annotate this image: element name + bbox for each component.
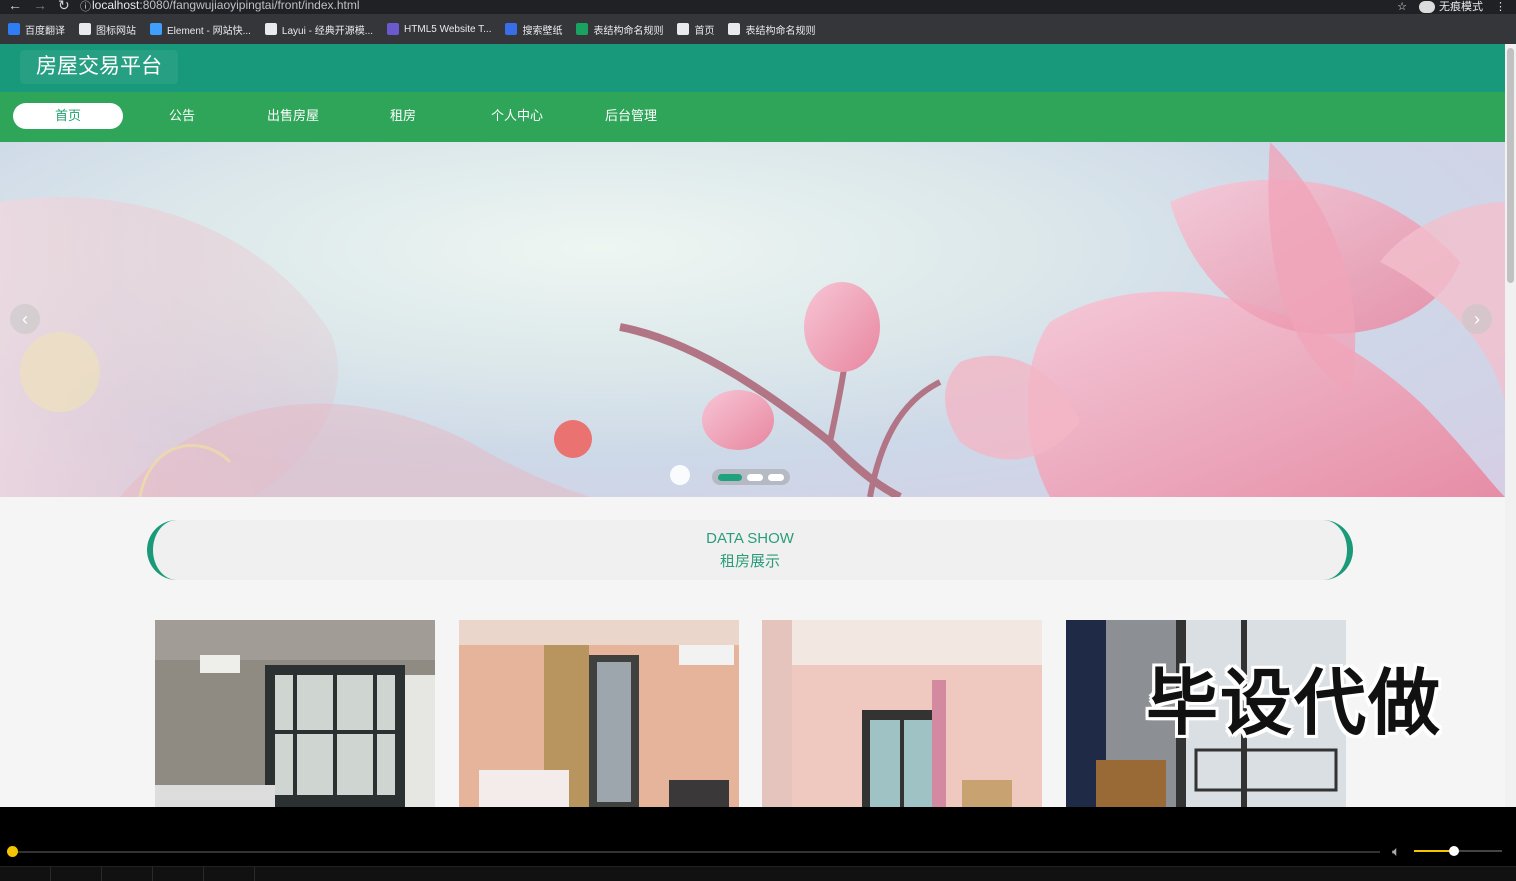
nav-houses-for-sale[interactable]: 出售房屋 <box>238 103 348 129</box>
volume-slider[interactable] <box>1414 846 1502 856</box>
nav-admin[interactable]: 后台管理 <box>576 103 686 129</box>
info-icon[interactable]: ⓘ <box>80 0 91 14</box>
carousel-next-arrow-icon[interactable]: › <box>1462 304 1492 334</box>
carousel-dot[interactable] <box>747 473 763 481</box>
site-header: 房屋交易平台 <box>0 44 1505 92</box>
bookmark-label: 搜索壁纸 <box>522 25 563 37</box>
bookmark-item[interactable]: 百度翻译 <box>8 22 65 37</box>
bedroom-photo-1 <box>155 620 435 807</box>
bookmark-label: 首页 <box>694 25 715 37</box>
volume-fill <box>1414 850 1454 852</box>
banner-carousel[interactable]: ‹ › <box>0 142 1505 497</box>
bookmark-label: 表结构命名规则 <box>745 25 816 37</box>
lily-illustration <box>0 142 1505 497</box>
bookmark-label: 表结构命名规则 <box>593 25 664 37</box>
carousel-dot[interactable] <box>768 473 784 481</box>
page-scrollbar[interactable] <box>1505 44 1516 807</box>
globe-icon <box>728 23 741 35</box>
menu-kebab-icon[interactable]: ⋮ <box>1495 0 1506 13</box>
bedroom-photo-3 <box>762 620 1042 807</box>
bookmark-item[interactable]: 表结构命名规则 <box>576 22 663 37</box>
section-header-rentals: DATA SHOW 租房展示 <box>147 520 1353 580</box>
carousel-indicators <box>712 469 790 485</box>
bedroom-photo-2 <box>459 620 739 807</box>
mouse-cursor-highlight <box>554 420 592 458</box>
bookmark-item[interactable]: HTML5 Website T... <box>387 23 491 35</box>
bookmark-item[interactable]: 图标网站 <box>79 22 136 37</box>
browser-address-bar: ← → ↻ ⓘ localhost:8080/fangwujiaoyipingt… <box>0 0 1516 14</box>
baidu-translate-icon <box>8 23 20 35</box>
reload-icon[interactable]: ↻ <box>58 0 70 14</box>
scrollbar-thumb[interactable] <box>1507 48 1514 283</box>
doc-icon <box>576 23 589 35</box>
forward-arrow-icon[interactable]: → <box>33 0 47 13</box>
profile-label: 无痕模式 <box>1439 1 1483 13</box>
bookmark-label: 图标网站 <box>96 25 136 37</box>
incognito-icon <box>1419 1 1435 14</box>
bookmark-item[interactable]: 表结构命名规则 <box>728 22 815 37</box>
bookmark-item[interactable]: 搜索壁纸 <box>505 22 562 37</box>
nav-announcements[interactable]: 公告 <box>127 103 237 129</box>
wallpaper-icon <box>505 23 518 35</box>
site-logo[interactable]: 房屋交易平台 <box>20 50 178 84</box>
bookmarks-bar: 百度翻译 图标网站 Element - 网站快... Layui - 经典开源模...… <box>0 14 1516 44</box>
star-icon[interactable]: ☆ <box>1397 0 1407 13</box>
carousel-prev-arrow-icon[interactable]: ‹ <box>10 304 40 334</box>
nav-rentals[interactable]: 租房 <box>348 103 458 129</box>
url-field[interactable]: localhost:8080/fangwujiaoyipingtai/front… <box>92 0 360 12</box>
listing-card[interactable] <box>155 620 435 807</box>
nav-home[interactable]: 首页 <box>13 103 123 129</box>
layui-icon <box>264 23 277 35</box>
bookmark-item[interactable]: Layui - 经典开源模... <box>264 22 374 37</box>
url-path: :8080/fangwujiaoyipingtai/front/index.ht… <box>139 0 360 12</box>
carousel-dot[interactable] <box>718 473 742 481</box>
element-icon <box>150 23 162 35</box>
url-host: localhost <box>92 0 140 12</box>
player-bottom-strip <box>0 866 1516 881</box>
bookmark-label: 百度翻译 <box>25 25 65 37</box>
back-arrow-icon[interactable]: ← <box>8 0 22 13</box>
volume-knob[interactable] <box>1448 846 1459 856</box>
bookmark-label: Element - 网站快... <box>167 25 251 37</box>
section-title-cn: 租房展示 <box>719 553 780 570</box>
web-page: 房屋交易平台 首页 公告 出售房屋 租房 个人中心 后台管理 ‹ › DATA … <box>0 44 1505 807</box>
volume-icon[interactable]: 🔈︎ <box>1392 843 1400 860</box>
section-title-en: DATA SHOW <box>706 530 794 547</box>
watermark-text: 毕设代做 <box>1146 664 1443 744</box>
flag-icon <box>79 23 91 35</box>
profile-chip[interactable]: 无痕模式 <box>1419 0 1483 14</box>
bookmark-label: HTML5 Website T... <box>404 23 492 35</box>
nav-personal-center[interactable]: 个人中心 <box>462 103 572 129</box>
bookmark-label: Layui - 经典开源模... <box>281 25 374 37</box>
main-nav: 首页 公告 出售房屋 租房 个人中心 后台管理 <box>0 92 1505 142</box>
progress-track[interactable] <box>7 846 1380 857</box>
bookmark-item[interactable]: 首页 <box>677 22 714 37</box>
video-player-bar: 🔈︎ <box>0 807 1516 881</box>
progress-knob[interactable] <box>7 846 18 857</box>
listing-card[interactable] <box>459 620 739 807</box>
listing-card[interactable] <box>762 620 1042 807</box>
bookmark-item[interactable]: Element - 网站快... <box>150 22 251 37</box>
globe-icon <box>677 23 690 35</box>
html5-template-icon <box>387 23 400 35</box>
